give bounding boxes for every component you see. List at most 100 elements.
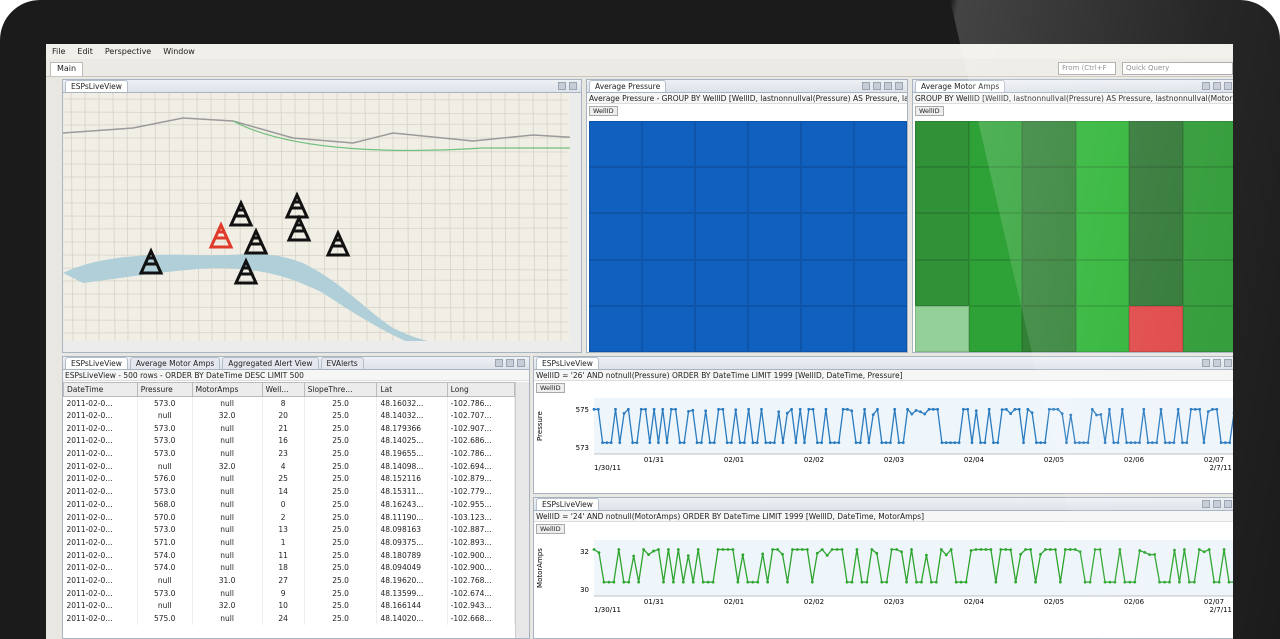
heatmap-cell[interactable] <box>854 121 907 168</box>
panel-toolbar-icons[interactable] <box>495 359 525 367</box>
heatmap-cell[interactable] <box>854 167 907 214</box>
settings-icon[interactable] <box>1213 359 1221 367</box>
maximize-icon[interactable] <box>1224 500 1232 508</box>
heatmap-cell[interactable] <box>695 121 748 168</box>
heatmap-cell[interactable] <box>801 259 854 306</box>
table-row[interactable]: 2011-02-0... 574.0 null 11 25.0 48.180789 -102… <box>63 548 515 562</box>
menu-window[interactable]: Window <box>163 47 195 56</box>
table-row[interactable]: 2011-02-0... 576.0 null 25 25.0 48.152116 -102… <box>63 472 515 486</box>
group-by-wellid-button[interactable]: WellID <box>536 383 565 393</box>
table-row[interactable]: 2011-02-0... null 32.0 10 25.0 48.166144 -102.… <box>63 599 515 613</box>
heatmap-cell[interactable] <box>915 305 969 352</box>
table-row[interactable]: 2011-02-0... 570.0 null 2 25.0 48.11190... -10… <box>63 510 515 524</box>
table-row[interactable]: 2011-02-0... 574.0 null 18 25.0 48.094049 -102… <box>63 561 515 575</box>
maximize-icon[interactable] <box>1224 359 1232 367</box>
heatmap-cell[interactable] <box>968 167 1022 214</box>
heatmap-cell[interactable] <box>801 213 854 260</box>
heatmap-cell[interactable] <box>589 305 642 352</box>
table-row[interactable]: 2011-02-0... 571.0 null 1 25.0 48.09375... -10… <box>63 536 515 549</box>
heatmap-cell[interactable] <box>915 121 969 168</box>
heatmap-cell[interactable] <box>1022 213 1076 260</box>
heatmap-cell[interactable] <box>1129 305 1183 352</box>
maximize-icon[interactable] <box>569 82 577 90</box>
heatmap-cell[interactable] <box>801 121 854 168</box>
table-row[interactable]: 2011-02-0... 573.0 null 8 25.0 48.16032... -10… <box>63 396 515 410</box>
heatmap-cell[interactable] <box>695 213 748 260</box>
heatmap-cell[interactable] <box>1075 213 1129 260</box>
column-header[interactable]: DateTime <box>63 382 138 397</box>
heatmap-cell[interactable] <box>642 167 695 214</box>
quick-query-input[interactable]: Quick Query <box>1122 62 1233 75</box>
heatmap-cell[interactable] <box>642 305 695 352</box>
heatmap-cell[interactable] <box>915 259 969 306</box>
heatmap-cell[interactable] <box>915 213 969 260</box>
heatmap-cell[interactable] <box>1182 213 1233 260</box>
filter-icon[interactable] <box>873 82 881 90</box>
pressure-heatmap[interactable] <box>589 121 907 352</box>
heatmap-cell[interactable] <box>589 259 642 306</box>
heatmap-cell[interactable] <box>801 167 854 214</box>
heatmap-cell[interactable] <box>748 121 801 168</box>
heatmap-cell[interactable] <box>1075 259 1129 306</box>
table-row[interactable]: 2011-02-0... 573.0 null 16 25.0 48.14025... -1… <box>63 434 515 448</box>
table-scrollbar[interactable] <box>515 382 529 638</box>
heatmap-cell[interactable] <box>589 213 642 260</box>
heatmap-cell[interactable] <box>748 259 801 306</box>
heatmap-cell[interactable] <box>695 167 748 214</box>
pressure-line-chart[interactable]: Pressure 575 573 1/30/11 01/31 02/01 02/02 02/0… <box>534 394 1233 494</box>
tab-espsliveview-motoramps[interactable]: ESPsLiveView <box>536 498 599 510</box>
heatmap-cell[interactable] <box>1182 121 1233 168</box>
table-row[interactable]: 2011-02-0... 573.0 null 23 25.0 48.19655... -1… <box>63 447 515 460</box>
heatmap-cell[interactable] <box>1129 121 1183 168</box>
find-input[interactable]: From (Ctrl+F <box>1058 62 1116 75</box>
refresh-icon[interactable] <box>1202 500 1210 508</box>
heatmap-cell[interactable] <box>854 259 907 306</box>
maximize-icon[interactable] <box>895 82 903 90</box>
heatmap-cell[interactable] <box>968 259 1022 306</box>
panel-toolbar-icons[interactable] <box>862 82 903 90</box>
settings-icon[interactable] <box>1224 82 1232 90</box>
column-header[interactable]: SlopeThre... <box>303 382 378 397</box>
table-row[interactable]: 2011-02-0... null 32.0 20 25.0 48.14032... -10… <box>63 409 515 422</box>
group-by-wellid-button[interactable]: WellID <box>915 106 944 116</box>
tab-espsliveview[interactable]: ESPsLiveView <box>65 357 128 369</box>
tab-average-motor-amps[interactable]: Average Motor Amps <box>129 357 221 369</box>
filter-icon[interactable] <box>1213 82 1221 90</box>
heatmap-cell[interactable] <box>1129 259 1183 306</box>
column-header[interactable]: MotorAmps <box>191 382 263 397</box>
menu-file[interactable]: File <box>52 47 65 56</box>
column-header[interactable]: Pressure <box>136 382 193 397</box>
heatmap-cell[interactable] <box>589 121 642 168</box>
heatmap-cell[interactable] <box>1022 259 1076 306</box>
heatmap-cell[interactable] <box>748 305 801 352</box>
heatmap-cell[interactable] <box>589 167 642 214</box>
menu-perspective[interactable]: Perspective <box>105 47 151 56</box>
refresh-icon[interactable] <box>1202 82 1210 90</box>
heatmap-cell[interactable] <box>968 213 1022 260</box>
tab-average-motor-amps[interactable]: Average Motor Amps <box>915 80 1006 92</box>
heatmap-cell[interactable] <box>1129 167 1183 214</box>
table-row[interactable]: 2011-02-0... null 32.0 4 25.0 48.14098... -102… <box>63 459 515 473</box>
tab-evalerts[interactable]: EVAlerts <box>320 357 364 369</box>
settings-icon[interactable] <box>884 82 892 90</box>
panel-window-controls[interactable] <box>558 82 577 90</box>
heatmap-cell[interactable] <box>1182 259 1233 306</box>
table-row[interactable]: 2011-02-0... 573.0 null 21 25.0 48.179366 -102… <box>63 421 515 435</box>
table-row[interactable]: 2011-02-0... 573.0 null 9 25.0 48.13599... -10… <box>63 586 515 600</box>
heatmap-cell[interactable] <box>695 259 748 306</box>
tab-average-pressure[interactable]: Average Pressure <box>589 80 667 92</box>
group-by-wellid-button[interactable]: WellID <box>536 524 565 534</box>
heatmap-cell[interactable] <box>854 213 907 260</box>
pause-icon[interactable] <box>506 359 514 367</box>
panel-toolbar-icons[interactable] <box>1202 500 1232 508</box>
tab-main[interactable]: Main <box>50 62 84 76</box>
table-row[interactable]: 2011-02-0... 573.0 null 13 25.0 48.098163 -102… <box>63 523 515 537</box>
table-row[interactable]: 2011-02-0... 575.0 null 24 25.0 48.14020... -1… <box>63 612 515 625</box>
settings-icon[interactable] <box>1213 500 1221 508</box>
heatmap-cell[interactable] <box>1182 305 1233 352</box>
heatmap-cell[interactable] <box>642 213 695 260</box>
table-row[interactable]: 2011-02-0... 568.0 null 0 25.0 48.16243... -10… <box>63 498 515 511</box>
minimize-icon[interactable] <box>517 359 525 367</box>
heatmap-cell[interactable] <box>1129 213 1183 260</box>
motoramps-line-chart[interactable]: MotorAmps 32 30 1/30/11 01/31 02/01 02/02 02/03… <box>534 536 1233 639</box>
